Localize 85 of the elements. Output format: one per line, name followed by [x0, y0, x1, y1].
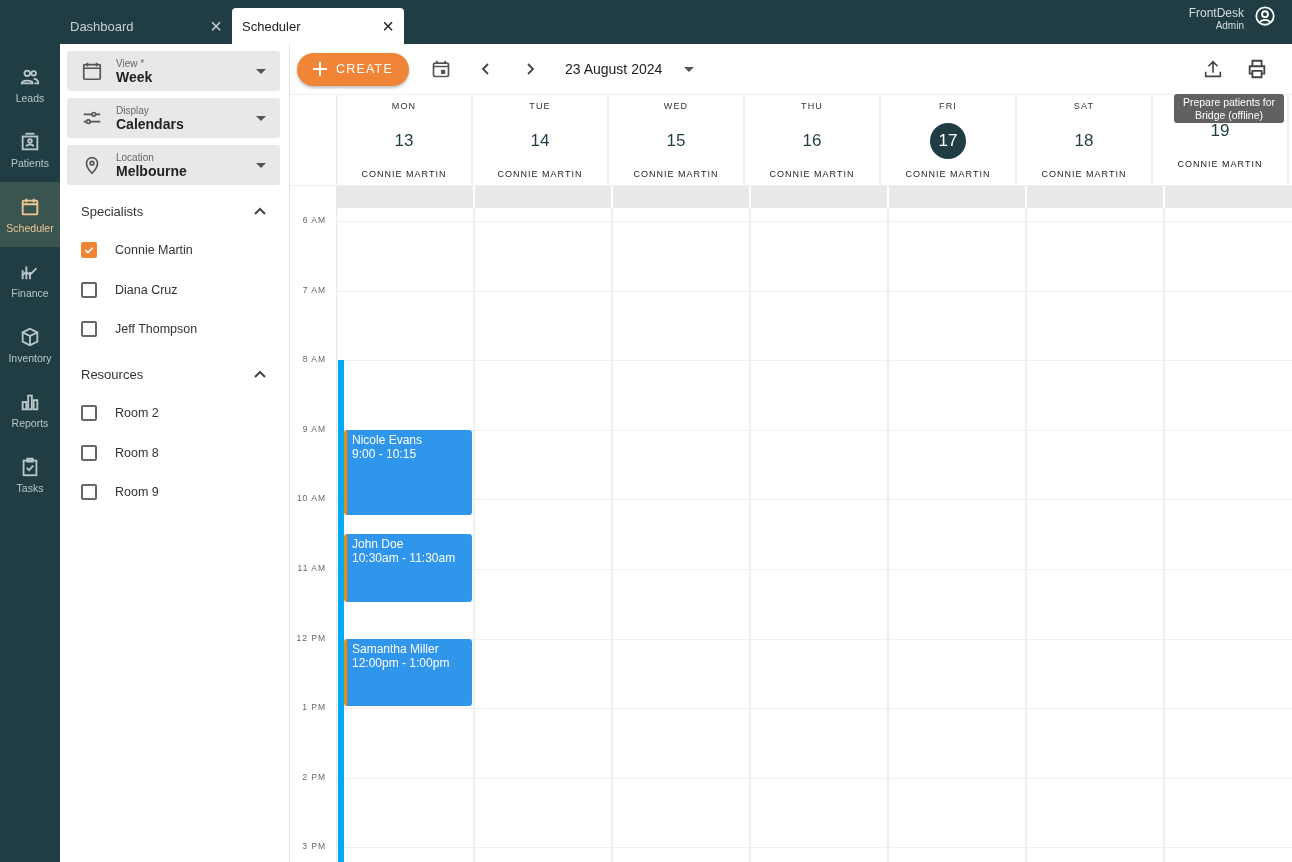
day-number[interactable]: 13 [386, 123, 422, 159]
checkbox-label: Room 2 [115, 405, 159, 420]
previous-icon[interactable] [481, 63, 489, 75]
hour-label: 8 AM [302, 354, 326, 365]
tab[interactable]: Scheduler × [232, 8, 404, 44]
checkbox-label: Room 9 [115, 485, 159, 500]
nav-item[interactable]: Patients [0, 117, 60, 182]
patient-name: Nicole Evans [352, 432, 424, 447]
specialist-name: CONNIE MARTIN [497, 169, 583, 179]
hour-label: 12 PM [296, 632, 326, 643]
weekday-label: TUE [529, 101, 551, 111]
nav-item[interactable]: Reports [0, 377, 60, 442]
weekday-label: WED [663, 101, 689, 111]
box-icon [19, 325, 41, 348]
caret-icon[interactable] [684, 66, 695, 72]
hour-label: 11 AM [297, 563, 326, 573]
checkbox[interactable] [81, 404, 97, 421]
caret-icon [256, 68, 266, 74]
chevron-icon[interactable] [254, 207, 266, 215]
caret-icon [256, 162, 266, 168]
appointment-time: 12:00pm - 1:00pm [352, 655, 451, 670]
tab[interactable]: Dashboard × [60, 8, 232, 44]
checkbox[interactable] [81, 241, 97, 258]
day-number[interactable]: 16 [794, 123, 830, 159]
checkbox[interactable] [81, 321, 97, 338]
calendar-icon[interactable] [431, 59, 451, 79]
checkbox-label: Jeff Thompson [115, 322, 198, 337]
id-badge-icon [19, 130, 41, 153]
filter-dropdown[interactable]: Location Melbourne [67, 145, 280, 185]
nav-item[interactable]: Leads [0, 52, 60, 117]
day-number[interactable]: 14 [522, 123, 558, 159]
nav-item[interactable]: Scheduler [0, 182, 60, 247]
checkbox-label: Room 8 [115, 445, 159, 460]
user-role: Admin [1215, 19, 1244, 31]
weekday-label: SAT [1073, 101, 1095, 111]
filter-dropdown[interactable]: View * Week [67, 51, 280, 91]
specialist-name: CONNIE MARTIN [769, 169, 855, 179]
specialist-name: CONNIE MARTIN [1041, 169, 1127, 179]
user-name: FrontDesk [1188, 5, 1244, 20]
tab-label: Dashboard [70, 18, 134, 34]
specialist-name: CONNIE MARTIN [361, 169, 447, 179]
hour-label: 2 PM [302, 771, 326, 782]
tab-label: Scheduler [242, 18, 301, 34]
plus-icon [313, 62, 327, 76]
next-icon[interactable] [527, 63, 535, 75]
hour-label: 3 PM [302, 841, 326, 852]
hour-label: 10 AM [296, 493, 326, 504]
day-number[interactable]: 15 [658, 123, 694, 159]
close-icon[interactable]: × [210, 16, 222, 36]
section-title: Resources [81, 366, 144, 382]
checkbox[interactable] [81, 484, 97, 501]
specialist-name: CONNIE MARTIN [633, 169, 719, 179]
weekday-label: THU [800, 101, 824, 111]
date-picker[interactable]: 23 August 2024 [565, 61, 663, 77]
filter-dropdown[interactable]: Display Calendars [67, 98, 280, 138]
weekday-label: MON [391, 101, 417, 111]
hour-label: 1 PM [302, 702, 326, 713]
checkbox[interactable] [81, 281, 97, 298]
upload-icon[interactable] [1202, 58, 1224, 80]
appointment-time: 10:30am - 11:30am [352, 551, 457, 566]
caret-icon [256, 115, 266, 121]
tooltip: Prepare patients for Bridge (offline) [1174, 94, 1284, 124]
weekday-label: FRI [938, 101, 958, 111]
day-number[interactable]: 17 [930, 123, 966, 159]
section-title: Specialists [81, 203, 144, 219]
specialist-name: CONNIE MARTIN [1177, 159, 1263, 169]
day-number[interactable]: 18 [1066, 123, 1102, 159]
patient-name: Samantha Miller [352, 641, 440, 656]
print-icon[interactable] [1246, 58, 1268, 80]
patient-name: John Doe [352, 537, 405, 552]
checkbox[interactable] [81, 444, 97, 461]
hour-label: 6 AM [302, 215, 326, 225]
hour-label: 7 AM [302, 284, 326, 295]
checkbox-label: Connie Martin [115, 242, 193, 257]
close-icon[interactable]: × [382, 16, 394, 36]
chevron-icon[interactable] [254, 370, 266, 379]
account-icon[interactable] [1254, 5, 1276, 27]
appointment-time: 9:00 - 10:15 [352, 446, 418, 461]
calendar-icon [81, 60, 103, 82]
nav-item[interactable]: Inventory [0, 312, 60, 377]
checkbox-label: Diana Cruz [115, 282, 178, 297]
nav-item[interactable]: Finance [0, 247, 60, 312]
hour-label: 9 AM [302, 423, 326, 434]
specialist-name: CONNIE MARTIN [905, 169, 991, 179]
nav-item[interactable]: Tasks [0, 442, 60, 507]
